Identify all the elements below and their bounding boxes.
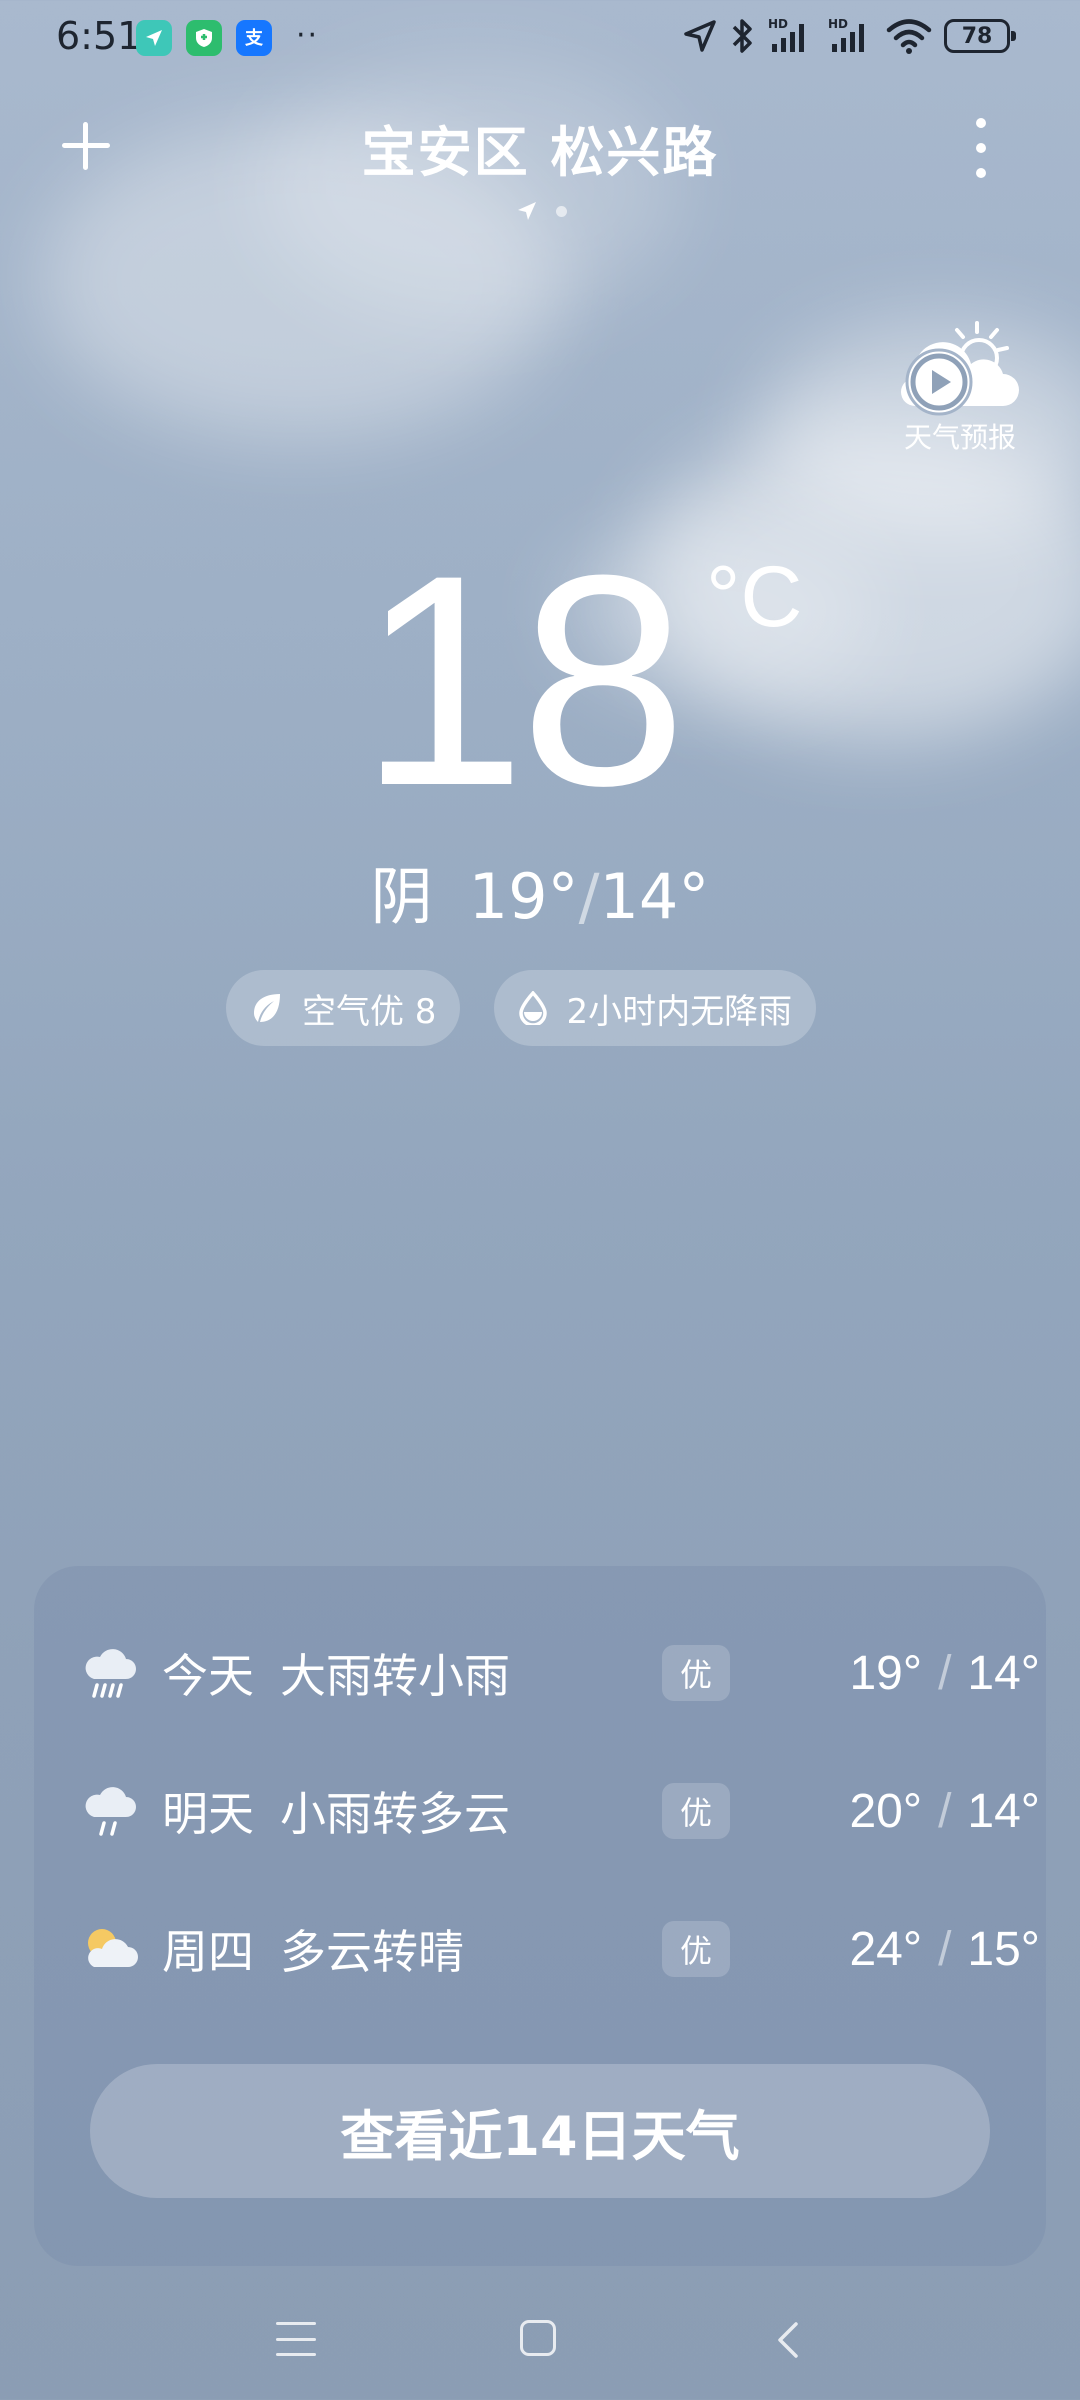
precipitation-text: 2小时内无降雨 <box>566 991 793 1032</box>
location-title[interactable]: 宝安区 松兴路 <box>0 108 1080 187</box>
forecast-day: 周四 <box>162 1925 254 1979</box>
svg-text:HD: HD <box>828 17 848 31</box>
water-drop-icon <box>519 991 548 1025</box>
svg-text:HD: HD <box>768 17 788 31</box>
more-dot <box>976 118 986 128</box>
play-forecast-icon <box>901 321 1019 416</box>
forecast-slash: / <box>938 1922 952 1976</box>
signal-hd-icon: HD <box>828 17 864 52</box>
today-high: 19° <box>468 860 579 933</box>
precipitation-chip[interactable]: 2小时内无降雨 <box>494 970 817 1046</box>
forecast-temperature: 24° / 15° <box>849 1922 1040 1977</box>
svg-text:支: 支 <box>244 27 264 49</box>
current-condition: 阴 <box>370 860 433 933</box>
weather-forecast-label: 天气预报 <box>903 421 1016 454</box>
bluetooth-icon <box>732 19 752 53</box>
menu-line <box>276 2322 316 2325</box>
aqi-badge: 优 <box>662 1921 730 1977</box>
heavy-rain-icon <box>85 1649 136 1698</box>
high-low-separator: / <box>578 860 600 933</box>
forecast-row-today[interactable]: 今天 大雨转小雨 优 19° / 14° <box>80 1628 1040 1718</box>
forecast-slash: / <box>938 1784 952 1838</box>
light-rain-icon <box>85 1787 136 1836</box>
forecast-day: 明天 <box>162 1787 254 1841</box>
view-14-day-forecast-button[interactable]: 查看近14日天气 <box>90 2064 990 2198</box>
more-dot <box>976 168 986 178</box>
aqi-badge: 优 <box>662 1783 730 1839</box>
home-button[interactable] <box>520 2320 556 2356</box>
cloud-background <box>260 60 680 320</box>
forecast-condition: 多云转晴 <box>280 1925 464 1979</box>
current-temperature-value: 18 <box>359 512 687 848</box>
navigation-app-icon <box>136 20 172 56</box>
forecast-temperature: 20° / 14° <box>849 1784 1040 1839</box>
status-time: 6:51 <box>56 14 142 58</box>
alipay-app-icon: 支 <box>236 20 272 56</box>
weather-forecast-video-button[interactable]: 天气预报 <box>895 318 1025 458</box>
signal-hd-icon: HD <box>768 17 804 52</box>
forecast-row-thursday[interactable]: 周四 多云转晴 优 24° / 15° <box>80 1904 1040 1994</box>
more-options-button[interactable] <box>966 118 996 178</box>
system-navigation-bar <box>0 2300 1080 2380</box>
security-app-icon <box>186 20 222 56</box>
battery-indicator: 78 <box>944 19 1016 53</box>
page-indicators <box>516 200 567 222</box>
status-bar: 6:51 支 ·· HD HD 78 <box>0 0 1080 80</box>
aqi-badge: 优 <box>662 1645 730 1701</box>
more-dot <box>976 143 986 153</box>
air-quality-text: 空气优 8 <box>302 991 437 1032</box>
forecast-high: 24° <box>849 1922 923 1976</box>
forecast-temperature: 19° / 14° <box>849 1646 1040 1701</box>
forecast-high: 20° <box>849 1784 923 1838</box>
air-quality-chip[interactable]: 空气优 8 <box>226 970 461 1046</box>
current-location-indicator-icon <box>518 202 536 220</box>
location-arrow-icon <box>684 20 716 52</box>
leaf-icon <box>254 994 280 1022</box>
back-button[interactable] <box>768 2318 808 2362</box>
forecast-row-tomorrow[interactable]: 明天 小雨转多云 优 20° / 14° <box>80 1766 1040 1856</box>
weather-chips: 空气优 8 2小时内无降雨 <box>226 970 817 1046</box>
forecast-low: 14° <box>967 1784 1040 1838</box>
forecast-day: 今天 <box>162 1649 254 1703</box>
menu-line <box>276 2337 316 2341</box>
today-low: 14° <box>599 860 710 933</box>
menu-line <box>276 2353 316 2356</box>
forecast-low: 14° <box>967 1646 1040 1700</box>
forecast-condition: 小雨转多云 <box>280 1787 510 1841</box>
condition-summary: 阴 19°/14° <box>0 846 1080 936</box>
wifi-icon <box>886 19 932 54</box>
current-temperature: 18 <box>0 530 1080 830</box>
temperature-unit: °C <box>706 549 803 645</box>
recent-apps-button[interactable] <box>276 2322 316 2356</box>
forecast-slash: / <box>938 1646 952 1700</box>
more-notifications-indicator: ·· <box>296 18 320 53</box>
three-day-forecast-card: 今天 大雨转小雨 优 19° / 14° 明天 小雨转多云 优 20° / 14° 周四… <box>34 1566 1046 2266</box>
forecast-condition: 大雨转小雨 <box>280 1649 510 1703</box>
forecast-high: 19° <box>849 1646 923 1700</box>
forecast-low: 15° <box>967 1922 1040 1976</box>
partly-cloudy-icon <box>88 1929 138 1967</box>
page-dot <box>556 205 567 217</box>
